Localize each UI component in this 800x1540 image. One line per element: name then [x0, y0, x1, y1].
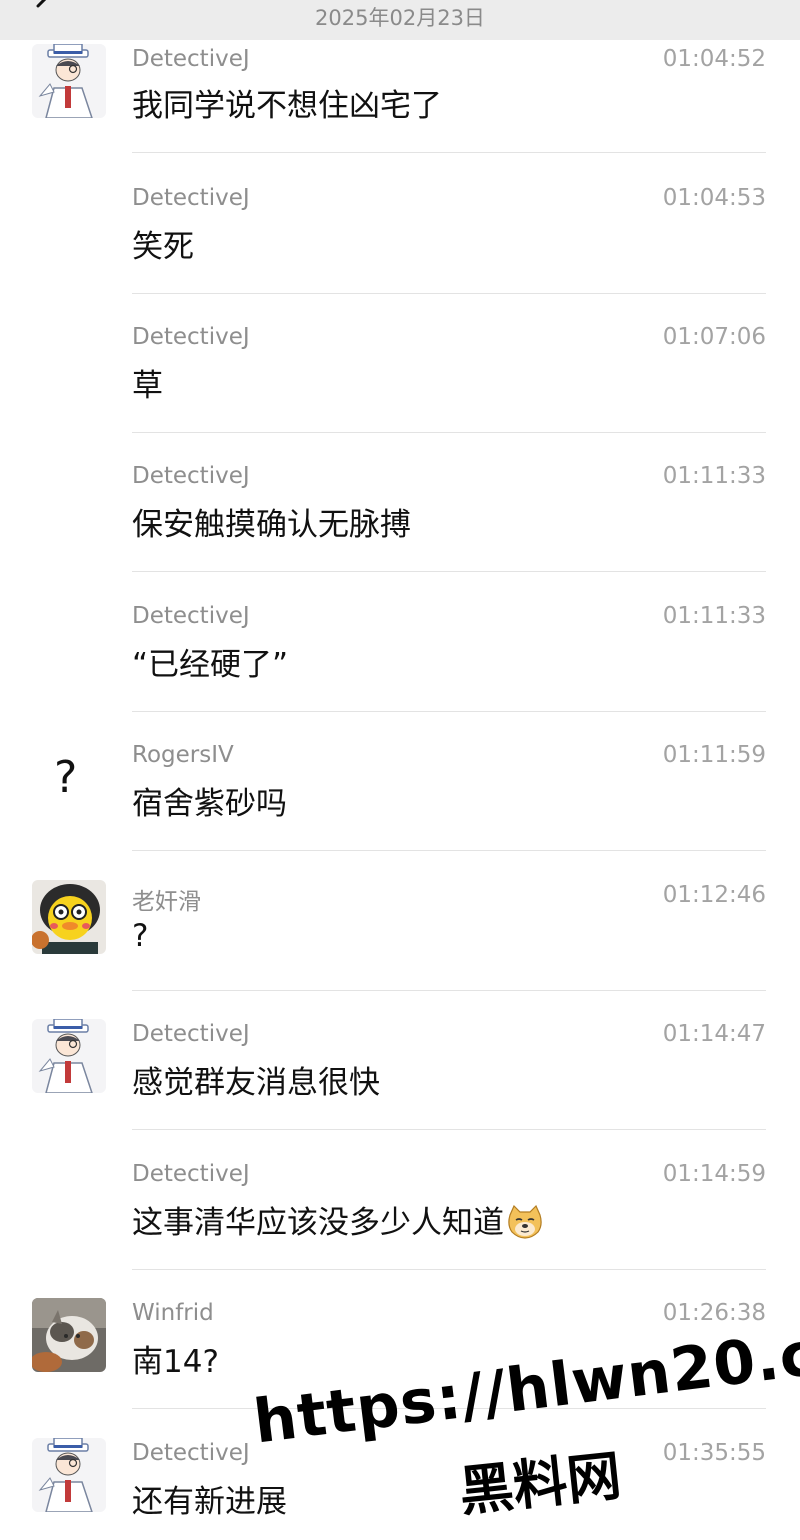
date-header-bar: 2025年02月23日 [0, 0, 800, 40]
message-row[interactable]: DetectiveJ 01:11:33 保安触摸确认无脉搏 [0, 461, 800, 601]
message-time: 01:35:55 [662, 1440, 766, 1466]
message-text: 笑死 [132, 229, 194, 265]
sender-name: Winfrid [132, 1300, 214, 1326]
message-row[interactable]: Winfrid 01:26:38 南14? [0, 1298, 800, 1438]
message-text: 还有新进展 [132, 1484, 287, 1520]
message-time: 01:04:52 [662, 46, 766, 72]
message-text: 南14? [132, 1344, 219, 1380]
message-text: 这事清华应该没多少人知道 [132, 1205, 504, 1241]
sender-name: 老奸滑 [132, 889, 201, 915]
message-row[interactable]: DetectiveJ 01:04:52 我同学说不想住凶宅了 [0, 44, 800, 184]
message-text-line: 这事清华应该没多少人知道 [132, 1197, 544, 1242]
sender-name: DetectiveJ [132, 1021, 250, 1047]
date-label: 2025年02月23日 [315, 6, 485, 30]
message-row[interactable]: DetectiveJ 01:04:53 笑死 [0, 183, 800, 323]
message-time: 01:11:59 [662, 742, 766, 768]
message-text: 草 [132, 368, 163, 404]
message-text: 宿舍紫砂吗 [132, 786, 287, 822]
message-text: ? [132, 918, 149, 954]
message-time: 01:11:33 [662, 463, 766, 489]
cat-photo-avatar[interactable] [32, 1298, 106, 1372]
sender-name: DetectiveJ [132, 463, 250, 489]
question-mark-avatar[interactable]: ? [54, 756, 77, 800]
message-time: 01:12:46 [662, 882, 766, 908]
message-time: 01:26:38 [662, 1300, 766, 1326]
message-row[interactable]: DetectiveJ 01:11:33 “已经硬了” [0, 601, 800, 741]
divider [132, 1408, 766, 1409]
message-text: “已经硬了” [132, 647, 289, 683]
divider [132, 432, 766, 433]
doge-icon [508, 1205, 542, 1239]
divider [132, 1269, 766, 1270]
divider [132, 711, 766, 712]
divider [132, 1129, 766, 1130]
message-time: 01:04:53 [662, 185, 766, 211]
message-row[interactable]: DetectiveJ 01:14:47 感觉群友消息很快 [0, 1019, 800, 1159]
divider [132, 152, 766, 153]
message-text: 感觉群友消息很快 [132, 1065, 380, 1101]
detective-avatar[interactable] [32, 1019, 106, 1093]
message-text: 我同学说不想住凶宅了 [132, 88, 442, 124]
divider [132, 990, 766, 991]
sender-name: DetectiveJ [132, 46, 250, 72]
message-row[interactable]: DetectiveJ 01:35:55 还有新进展 [0, 1438, 800, 1540]
sender-name: RogersIV [132, 742, 234, 768]
sender-name: DetectiveJ [132, 1161, 250, 1187]
divider [132, 571, 766, 572]
divider [132, 850, 766, 851]
sender-name: DetectiveJ [132, 324, 250, 350]
message-row[interactable]: DetectiveJ 01:07:06 草 [0, 322, 800, 462]
message-time: 01:14:47 [662, 1021, 766, 1047]
detective-avatar[interactable] [32, 1438, 106, 1512]
message-time: 01:14:59 [662, 1161, 766, 1187]
sender-name: DetectiveJ [132, 1440, 250, 1466]
cartoon-duck-avatar[interactable] [32, 880, 106, 954]
sender-name: DetectiveJ [132, 185, 250, 211]
chat-history-page: 2025年02月23日 DetectiveJ 01:04:52 我同学说不想住凶… [0, 0, 800, 1540]
divider [132, 293, 766, 294]
message-row[interactable]: 老奸滑 01:12:46 ? [0, 880, 800, 1020]
message-time: 01:11:33 [662, 603, 766, 629]
message-row[interactable]: DetectiveJ 01:14:59 这事清华应该没多少人知道 [0, 1159, 800, 1299]
detective-avatar[interactable] [32, 44, 106, 118]
message-row[interactable]: ? RogersIV 01:11:59 宿舍紫砂吗 [0, 740, 800, 880]
message-time: 01:07:06 [662, 324, 766, 350]
message-text: 保安触摸确认无脉搏 [132, 507, 411, 543]
sender-name: DetectiveJ [132, 603, 250, 629]
